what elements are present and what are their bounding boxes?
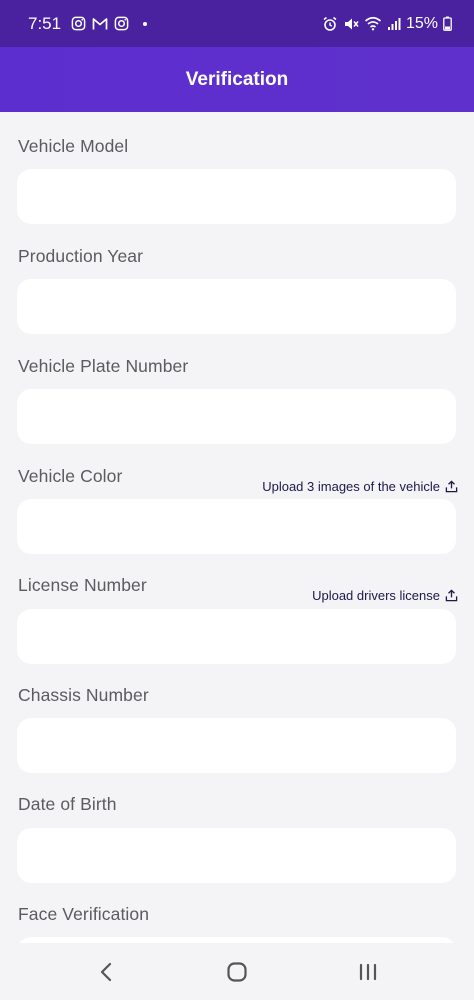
- upload-icon: [445, 480, 458, 493]
- upload-drivers-license-link[interactable]: Upload drivers license: [312, 588, 458, 603]
- date-of-birth-input[interactable]: [17, 828, 456, 883]
- status-bar: 7:51 15%: [0, 0, 474, 47]
- verification-form: Vehicle Model Production Year Vehicle Pl…: [0, 112, 474, 943]
- license-number-label: License Number: [18, 575, 147, 595]
- upload-vehicle-images-label: Upload 3 images of the vehicle: [262, 479, 440, 494]
- upload-icon: [445, 589, 458, 602]
- alarm-icon: [322, 16, 338, 32]
- page-title: Verification: [185, 68, 289, 90]
- mute-icon: [343, 16, 359, 32]
- vehicle-model-label: Vehicle Model: [18, 136, 129, 156]
- instagram-icon: [114, 16, 129, 31]
- home-icon: [227, 961, 247, 982]
- license-number-input[interactable]: [17, 609, 456, 664]
- wifi-icon: [364, 16, 382, 31]
- chassis-number-input[interactable]: [17, 718, 456, 773]
- back-icon: [100, 962, 111, 981]
- face-verification-label: Face Verification: [18, 904, 150, 924]
- home-button[interactable]: [207, 952, 267, 992]
- vehicle-model-input[interactable]: [17, 169, 456, 224]
- upload-vehicle-images-link[interactable]: Upload 3 images of the vehicle: [262, 479, 458, 494]
- recents-button[interactable]: [338, 952, 398, 992]
- vehicle-color-label: Vehicle Color: [18, 466, 123, 486]
- signal-icon: [387, 17, 401, 31]
- recents-icon: [360, 963, 377, 980]
- production-year-input[interactable]: [17, 279, 456, 334]
- status-time: 7:51: [28, 13, 62, 33]
- battery-icon: [443, 16, 452, 31]
- vehicle-plate-number-label: Vehicle Plate Number: [18, 356, 189, 376]
- upload-drivers-license-label: Upload drivers license: [312, 588, 440, 603]
- battery-percent: 15%: [405, 14, 438, 32]
- notification-dot-icon: [143, 21, 148, 26]
- vehicle-plate-number-input[interactable]: [17, 389, 456, 444]
- gmail-icon: [92, 17, 108, 31]
- vehicle-color-input[interactable]: [17, 499, 456, 554]
- app-bar: Verification: [0, 47, 474, 112]
- chassis-number-label: Chassis Number: [18, 685, 149, 705]
- date-of-birth-label: Date of Birth: [18, 794, 117, 814]
- instagram-icon: [71, 16, 86, 31]
- system-nav-bar: [0, 943, 474, 1000]
- production-year-label: Production Year: [18, 246, 144, 266]
- back-button[interactable]: [76, 952, 136, 992]
